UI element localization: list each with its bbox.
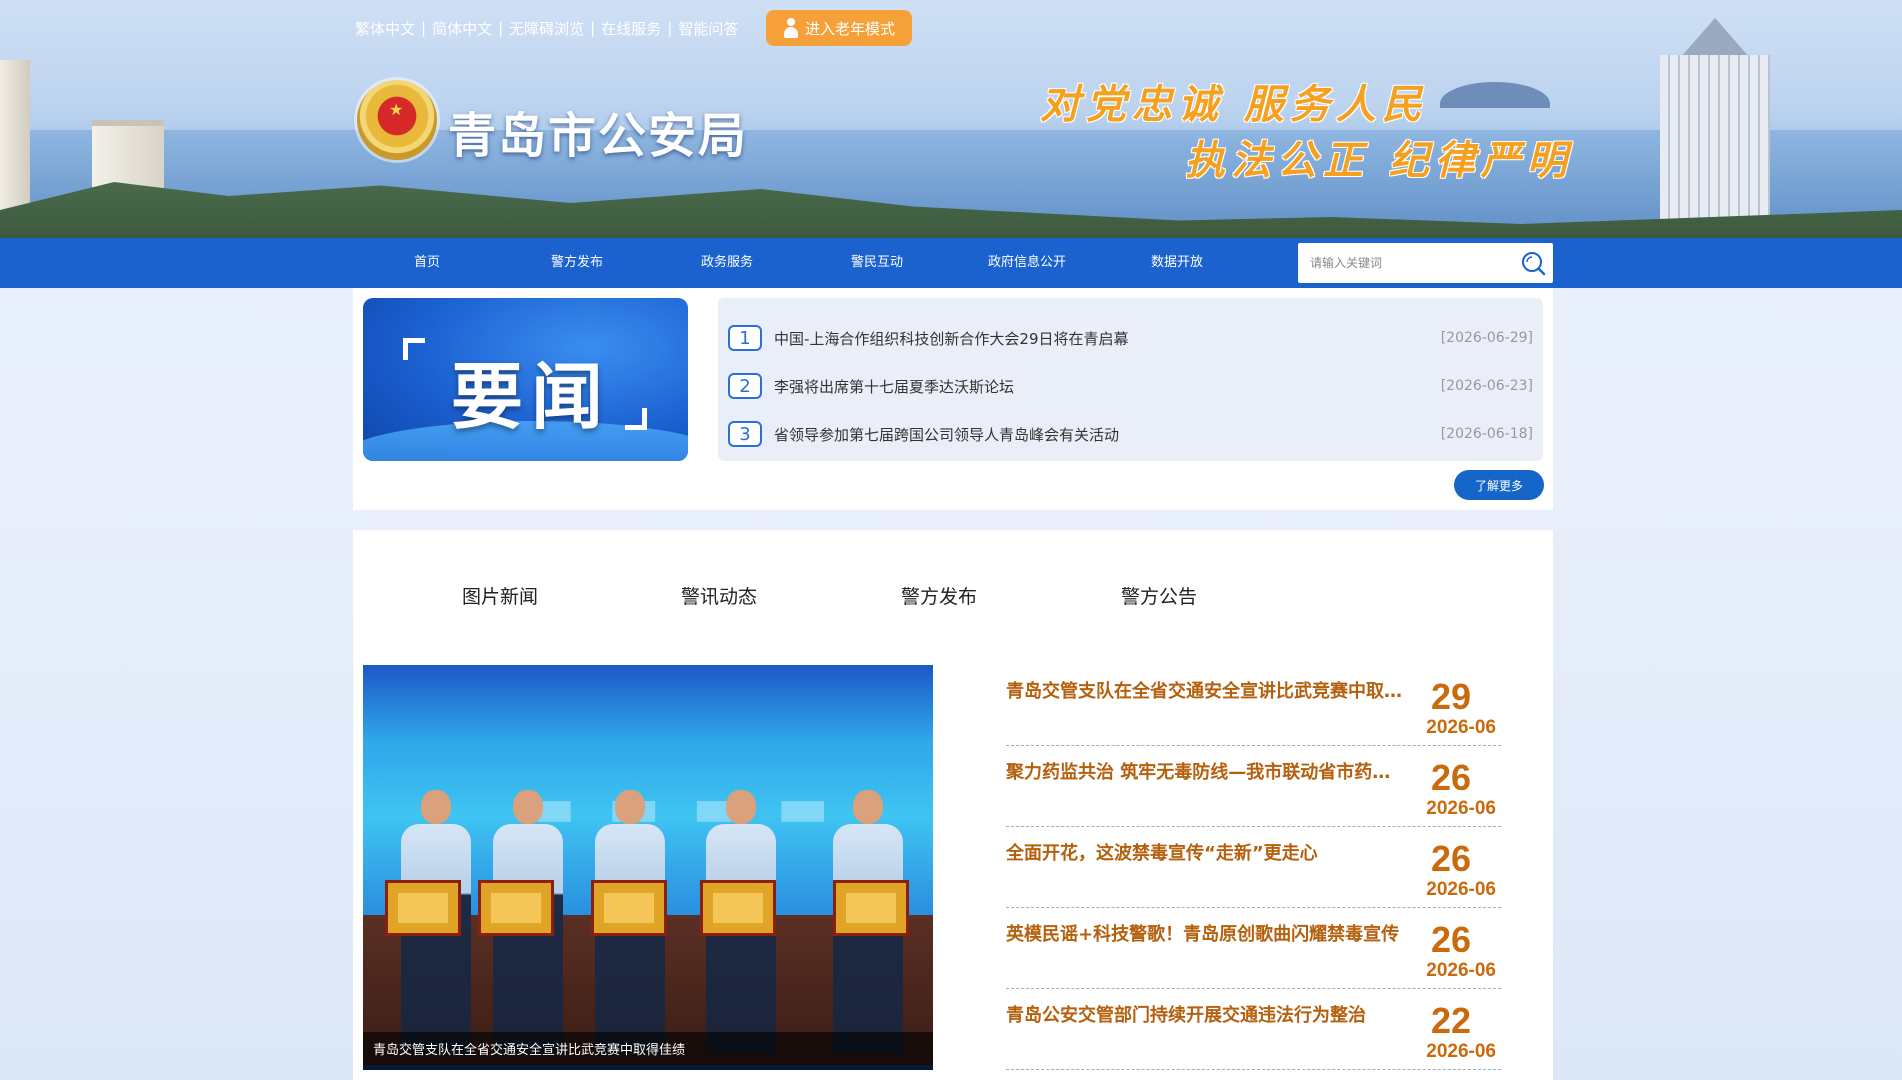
headline-panel: 要闻 1 中国-上海合作组织科技创新合作大会29日将在青启幕 [2026-06-…	[353, 288, 1553, 510]
news-photo[interactable]: ▬ ▬ ▬ ▬ 青岛交管支队在全省交通安全宣讲比武竞赛中取得佳绩	[363, 665, 933, 1070]
photo-plaque	[385, 880, 461, 936]
news-title: 全面开花，这波禁毒宣传“走新”更走心	[1006, 843, 1318, 864]
headline-item[interactable]: 2 李强将出席第十七届夏季达沃斯论坛 [2026-06-23]	[718, 362, 1543, 410]
search-box	[1298, 243, 1553, 283]
news-tabs: 图片新闻 警讯动态 警方发布 警方公告	[353, 582, 1553, 622]
search-icon[interactable]	[1513, 243, 1553, 283]
news-title: 英模民谣+科技警歌！青岛原创歌曲闪耀禁毒宣传	[1006, 924, 1400, 945]
headline-item[interactable]: 3 省领导参加第七届跨国公司领导人青岛峰会有关活动 [2026-06-18]	[718, 410, 1543, 458]
news-list: 青岛交管支队在全省交通安全宣讲比武竞赛中取得佳绩 29 2026-06 聚力药监…	[1006, 665, 1501, 1070]
elder-mode-button[interactable]: 进入老年模式	[766, 10, 912, 46]
nav-item-home[interactable]: 首页	[367, 238, 487, 288]
nav-item-government-info[interactable]: 政府信息公开	[967, 238, 1087, 288]
tab-police-news[interactable]: 警讯动态	[681, 582, 757, 609]
news-year-month: 2026-06	[1426, 1041, 1496, 1062]
headline-title: 省领导参加第七届跨国公司领导人青岛峰会有关活动	[774, 425, 1120, 444]
separator: |	[667, 19, 673, 37]
news-year-month: 2026-06	[1426, 879, 1496, 900]
headline-badge-text: 要闻	[451, 355, 612, 439]
slogan-line-2: 执法公正 纪律严明	[1185, 137, 1573, 184]
news-item[interactable]: 聚力药监共治 筑牢无毒防线—我市联动省市药监部门开展禁毒宣传 26 2026-0…	[1006, 746, 1501, 827]
photo-backdrop-graphic: ▬ ▬ ▬ ▬	[523, 775, 836, 840]
elder-mode-label: 进入老年模式	[804, 19, 895, 38]
link-simplified-chinese[interactable]: 简体中文	[432, 18, 492, 39]
banner-island	[1440, 82, 1550, 108]
tab-police-notice[interactable]: 警方公告	[1121, 582, 1197, 609]
tab-photo-news[interactable]: 图片新闻	[462, 582, 538, 609]
headline-date: [2026-06-23]	[1440, 378, 1533, 394]
news-item[interactable]: 青岛交管支队在全省交通安全宣讲比武竞赛中取得佳绩 29 2026-06	[1006, 665, 1501, 746]
search-input[interactable]	[1298, 244, 1513, 282]
number-badge: 3	[728, 421, 762, 447]
photo-plaque	[700, 880, 776, 936]
banner-tower-roof	[1680, 18, 1750, 58]
link-online-service[interactable]: 在线服务	[601, 18, 661, 39]
headline-title: 李强将出席第十七届夏季达沃斯论坛	[774, 377, 1015, 396]
person-icon	[783, 18, 799, 38]
link-traditional-chinese[interactable]: 繁体中文	[355, 18, 415, 39]
news-item[interactable]: 青岛公安交管部门持续开展交通违法行为整治 22 2026-06	[1006, 989, 1501, 1070]
news-panel: 图片新闻 警讯动态 警方发布 警方公告 ▬ ▬ ▬ ▬ 青岛交管支队在全省交通安…	[353, 530, 1553, 1080]
bracket-open-icon	[403, 338, 425, 360]
police-emblem-logo: ★	[357, 80, 437, 160]
star-icon: ★	[389, 100, 404, 119]
learn-more-button[interactable]: 了解更多	[1454, 470, 1544, 500]
photo-plaque	[833, 880, 909, 936]
banner-tower-right	[1660, 55, 1770, 238]
headline-title: 中国-上海合作组织科技创新合作大会29日将在青启幕	[774, 329, 1129, 348]
link-smart-qa[interactable]: 智能问答	[678, 18, 738, 39]
news-item[interactable]: 全面开花，这波禁毒宣传“走新”更走心 26 2026-06	[1006, 827, 1501, 908]
nav-item-government-service[interactable]: 政务服务	[667, 238, 787, 288]
top-links: 繁体中文 | 简体中文 | 无障碍浏览 | 在线服务 | 智能问答	[355, 18, 738, 38]
headline-badge[interactable]: 要闻	[363, 298, 688, 461]
separator: |	[498, 19, 504, 37]
number-badge: 1	[728, 325, 762, 351]
nav-item-police-public-interaction[interactable]: 警民互动	[817, 238, 937, 288]
separator: |	[421, 19, 427, 37]
bracket-close-icon	[625, 408, 647, 430]
headline-date: [2026-06-18]	[1440, 426, 1533, 442]
news-day: 22	[1430, 1000, 1471, 1041]
headline-list: 1 中国-上海合作组织科技创新合作大会29日将在青启幕 [2026-06-29]…	[718, 298, 1543, 461]
slogan-line-1: 对党忠诚 服务人民	[1040, 81, 1428, 128]
header-banner: 繁体中文 | 简体中文 | 无障碍浏览 | 在线服务 | 智能问答 进入老年模式…	[0, 0, 1902, 238]
headline-date: [2026-06-29]	[1440, 330, 1533, 346]
news-title: 青岛交管支队在全省交通安全宣讲比武竞赛中取得佳绩	[1006, 681, 1406, 702]
separator: |	[590, 19, 596, 37]
tab-police-release[interactable]: 警方发布	[901, 582, 977, 609]
headline-item[interactable]: 1 中国-上海合作组织科技创新合作大会29日将在青启幕 [2026-06-29]	[718, 314, 1543, 362]
nav-item-data-open[interactable]: 数据开放	[1117, 238, 1237, 288]
nav-item-police-release[interactable]: 警方发布	[517, 238, 637, 288]
news-year-month: 2026-06	[1426, 717, 1496, 738]
news-day: 26	[1430, 919, 1471, 960]
news-title: 青岛公安交管部门持续开展交通违法行为整治	[1006, 1005, 1366, 1026]
main-nav: 首页 警方发布 政务服务 警民互动 政府信息公开 数据开放	[0, 238, 1902, 288]
news-year-month: 2026-06	[1426, 960, 1496, 981]
news-day: 26	[1430, 757, 1471, 798]
number-badge: 2	[728, 373, 762, 399]
news-year-month: 2026-06	[1426, 798, 1496, 819]
photo-plaque	[478, 880, 554, 936]
news-day: 29	[1430, 676, 1471, 717]
site-title: 青岛市公安局	[448, 110, 749, 163]
photo-plaque	[591, 880, 667, 936]
photo-caption: 青岛交管支队在全省交通安全宣讲比武竞赛中取得佳绩	[363, 1032, 933, 1070]
link-accessibility[interactable]: 无障碍浏览	[509, 18, 584, 39]
news-day: 26	[1430, 838, 1471, 879]
news-title: 聚力药监共治 筑牢无毒防线—我市联动省市药监部门开展禁毒宣传	[1006, 762, 1406, 783]
news-item[interactable]: 英模民谣+科技警歌！青岛原创歌曲闪耀禁毒宣传 26 2026-06	[1006, 908, 1501, 989]
